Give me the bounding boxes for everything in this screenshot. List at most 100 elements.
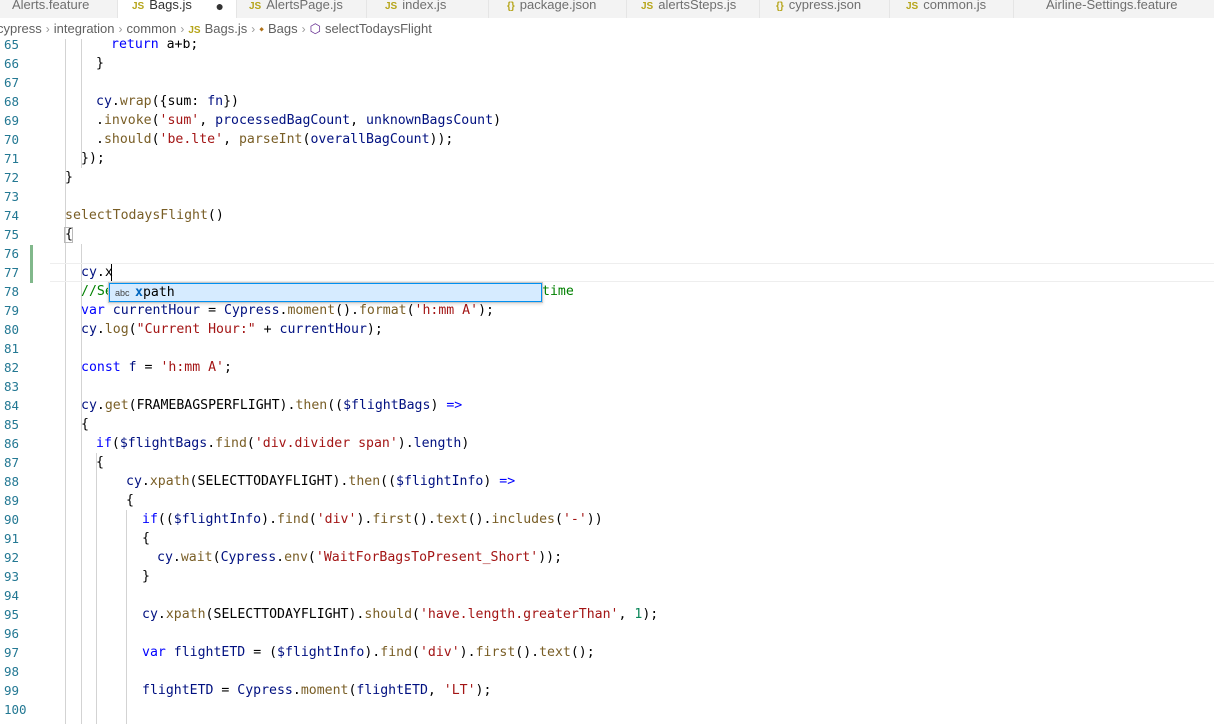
line-number: 90 (4, 512, 20, 527)
line-number: 99 (4, 683, 20, 698)
indent-guide (126, 510, 127, 724)
line-number: 79 (4, 303, 20, 318)
code-line-89: { (126, 493, 134, 508)
code-line-71: }); (81, 151, 105, 166)
class-symbol-icon: ⬩ (259, 21, 264, 36)
unsaved-dot-icon[interactable]: ● (216, 0, 224, 13)
line-number: 89 (4, 493, 20, 508)
code-line-66: } (96, 56, 104, 71)
line-number: 97 (4, 645, 20, 660)
tab-alertspage-js[interactable]: JS AlertsPage.js (237, 0, 367, 18)
code-line-91: { (142, 531, 150, 546)
chevron-right-icon: › (118, 22, 123, 36)
tab-label: common.js (923, 0, 987, 12)
line-number: 66 (4, 56, 20, 71)
chevron-right-icon: › (45, 22, 50, 36)
breadcrumb-folder[interactable]: common (127, 18, 177, 39)
js-file-icon: JS (641, 1, 654, 12)
tab-label: cypress.json (788, 0, 862, 12)
line-number: 100 (4, 702, 27, 717)
line-number: 67 (4, 75, 20, 90)
line-number: 92 (4, 550, 20, 565)
line-number: 70 (4, 132, 20, 147)
js-file-icon: JS (132, 1, 145, 12)
text-cursor (111, 264, 112, 281)
breadcrumb: cypress › integration › common › JS Bags.js › ⬩ Ba… (0, 18, 1214, 39)
tab-cypress-json[interactable]: {} cypress.json (760, 0, 890, 18)
tab-airline-settings-feature[interactable]: Airline-Settings.feature (1014, 0, 1214, 18)
json-file-icon: {} (776, 1, 784, 12)
line-number: 80 (4, 322, 20, 337)
indent-guide (65, 39, 66, 724)
suggestion-label: xpath (135, 285, 175, 300)
line-number: 72 (4, 170, 20, 185)
tab-index-js[interactable]: JS index.js (367, 0, 489, 18)
suggestion-item-xpath[interactable]: abc xpath (109, 283, 542, 302)
code-line-74: selectTodaysFlight() (65, 208, 224, 223)
line-number-gutter: 65 66 67 68 69 70 71 72 73 74 75 76 77 7… (0, 39, 50, 724)
text-word-icon: abc (115, 288, 130, 298)
code-line-68: cy.wrap({sum: fn}) (96, 94, 239, 109)
line-number: 75 (4, 227, 20, 242)
breadcrumb-method[interactable]: selectTodaysFlight (325, 18, 432, 39)
line-number: 98 (4, 664, 20, 679)
tab-bags-js[interactable]: JS Bags.js ● (118, 0, 237, 18)
line-number: 95 (4, 607, 20, 622)
code-line-79: var currentHour = Cypress.moment().forma… (81, 303, 494, 318)
code-line-82: const f = 'h:mm A'; (81, 360, 232, 375)
line-number: 96 (4, 626, 20, 641)
chevron-right-icon: › (301, 22, 306, 36)
js-file-icon: JS (188, 25, 201, 36)
tab-alertssteps-js[interactable]: JS alertsSteps.js (627, 0, 760, 18)
line-number: 73 (4, 189, 20, 204)
line-number: 78 (4, 284, 20, 299)
line-number: 74 (4, 208, 20, 223)
tab-label: package.json (519, 0, 597, 12)
tab-label: Alerts.feature (12, 0, 90, 12)
line-number: 65 (4, 39, 20, 52)
indent-guide (96, 453, 97, 724)
breadcrumb-file[interactable]: Bags.js (205, 18, 248, 39)
line-number: 87 (4, 455, 20, 470)
tab-label: index.js (402, 0, 447, 12)
chevron-right-icon: › (251, 22, 256, 36)
code-line-85: { (81, 417, 89, 432)
line-number: 85 (4, 417, 20, 432)
line-number: 83 (4, 379, 20, 394)
tab-label: AlertsPage.js (266, 0, 343, 12)
tab-alerts-feature[interactable]: Alerts.feature (0, 0, 118, 18)
code-line-95: cy.xpath(SELECTTODAYFLIGHT).should('have… (142, 607, 659, 622)
code-editor[interactable]: return a+b; } cy.wrap({sum: fn}) .invoke… (50, 39, 1214, 724)
code-line-78-tail: time (542, 284, 574, 299)
line-number: 93 (4, 569, 20, 584)
code-line-99: flightETD = Cypress.moment(flightETD, 'L… (142, 683, 492, 698)
breadcrumb-folder[interactable]: integration (54, 18, 115, 39)
line-number: 94 (4, 588, 20, 603)
method-cube-icon: ⬡ (309, 21, 321, 36)
code-line-65: return a+b; (111, 39, 199, 52)
code-line-88: cy.xpath(SELECTTODAYFLIGHT).then(($fligh… (126, 474, 516, 489)
modified-lines-indicator[interactable] (30, 245, 33, 283)
code-line-93: } (142, 569, 150, 584)
code-line-84: cy.get(FRAMEBAGSPERFLIGHT).then(($flight… (81, 398, 463, 413)
code-line-80: cy.log("Current Hour:" + currentHour); (81, 322, 383, 337)
tab-package-json[interactable]: {} package.json (489, 0, 627, 18)
chevron-right-icon: › (180, 22, 185, 36)
autocomplete-suggestion-list: abc xpath (108, 282, 543, 303)
json-file-icon: {} (507, 1, 515, 12)
editor-tab-bar: Alerts.feature JS Bags.js ● JS AlertsPage.… (0, 0, 1214, 18)
line-number: 77 (4, 265, 20, 280)
breadcrumb-class[interactable]: Bags (268, 18, 298, 39)
tab-label: alertsSteps.js (658, 0, 737, 12)
line-number: 71 (4, 151, 20, 166)
code-line-70: .should('be.lte', parseInt(overallBagCou… (96, 132, 454, 147)
code-line-90: if(($flightInfo).find('div').first().tex… (142, 512, 603, 527)
tab-label: Airline-Settings.feature (1046, 0, 1178, 12)
breadcrumb-folder[interactable]: cypress (0, 18, 42, 39)
line-number: 69 (4, 113, 20, 128)
line-number: 68 (4, 94, 20, 109)
code-line-77: cy.x (81, 265, 113, 280)
line-number: 76 (4, 246, 20, 261)
code-line-72: } (65, 170, 73, 185)
tab-common-js[interactable]: JS common.js (890, 0, 1014, 18)
